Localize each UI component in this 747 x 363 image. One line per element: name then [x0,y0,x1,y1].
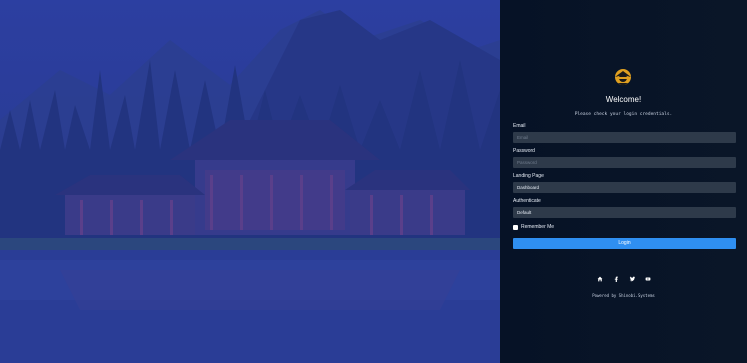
twitter-icon[interactable] [628,275,635,282]
youtube-icon[interactable] [644,275,651,282]
email-input[interactable] [513,132,736,143]
password-label: Password [513,148,535,154]
remember-me-checkbox[interactable] [513,224,518,230]
landing-page-select[interactable]: Dashboard [513,182,736,193]
remember-me-label: Remember Me [521,224,555,230]
social-links [500,275,747,282]
powered-by-text: Powered by Shinobi.Systems [592,293,655,298]
login-button[interactable]: Login [513,238,736,249]
authenticate-value: Default [517,210,532,215]
background-photo [0,0,500,363]
login-panel: Welcome! Please check your login credent… [500,0,747,363]
landing-page-value: Dashboard [517,185,540,190]
password-input[interactable] [513,157,736,168]
login-subtitle: Please check your login credentials. [574,112,673,117]
email-label: Email [513,123,526,129]
shinobi-logo-icon [615,69,631,86]
authenticate-select[interactable]: Default [513,207,736,218]
facebook-icon[interactable] [612,275,619,282]
authenticate-label: Authenticate [513,198,541,204]
login-page: Welcome! Please check your login credent… [0,0,747,363]
home-icon[interactable] [596,275,603,282]
temple-landscape-image [0,0,500,363]
remember-me-row[interactable]: Remember Me [513,224,554,230]
landing-page-label: Landing Page [513,173,544,179]
welcome-heading: Welcome! [605,95,642,104]
